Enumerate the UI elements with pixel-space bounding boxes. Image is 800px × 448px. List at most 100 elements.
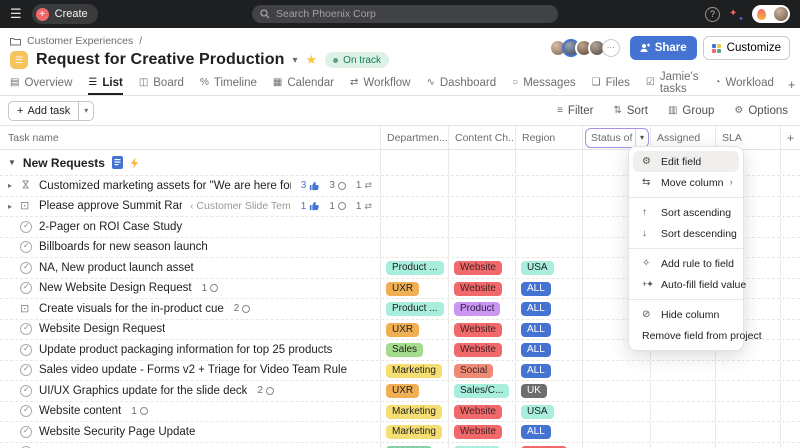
department-tag[interactable]: Marketing <box>386 405 442 419</box>
content-channel-tag[interactable]: Website <box>454 261 502 275</box>
expand-arrow-icon[interactable]: ▸ <box>8 427 20 436</box>
comments-count[interactable]: 3 <box>329 180 346 191</box>
toolbar-control[interactable]: Filter <box>557 105 593 117</box>
add-task-button[interactable]: +Add task ▾ <box>8 101 94 121</box>
task-type-icon[interactable] <box>20 241 32 253</box>
region-tag[interactable]: USA <box>521 405 554 419</box>
content-channel-tag[interactable]: Social <box>454 364 493 378</box>
task-name[interactable]: Customized marketing assets for "We are … <box>39 180 291 192</box>
status-cell[interactable] <box>582 402 650 422</box>
view-tab[interactable]: Workload <box>714 74 773 95</box>
expand-arrow-icon[interactable]: ▸ <box>8 325 20 334</box>
menu-item[interactable]: Auto-fill field value <box>633 274 739 295</box>
task-name[interactable]: Billboards for new season launch <box>39 241 208 253</box>
region-cell[interactable] <box>515 197 582 217</box>
region-cell[interactable]: USA <box>515 258 582 278</box>
view-tab[interactable]: Timeline <box>200 74 257 95</box>
sla-cell[interactable] <box>715 361 780 381</box>
department-tag[interactable]: UXR <box>386 384 419 398</box>
expand-arrow-icon[interactable]: ▸ <box>8 181 20 190</box>
status-cell[interactable] <box>582 422 650 442</box>
status-cell[interactable] <box>582 443 650 448</box>
task-type-icon[interactable] <box>20 364 32 376</box>
sla-cell[interactable] <box>715 381 780 401</box>
view-tab[interactable]: Dashboard <box>426 74 496 95</box>
task-name[interactable]: New Website Design Request <box>39 282 192 294</box>
task-name[interactable]: UI/UX Graphics update for the slide deck <box>39 385 247 397</box>
content-channel-cell[interactable] <box>448 217 515 237</box>
task-name[interactable]: Please approve Summit Range final logo. <box>39 200 182 212</box>
task-type-icon[interactable] <box>20 200 32 212</box>
help-icon[interactable]: ? <box>705 7 720 22</box>
department-tag[interactable]: Sales <box>386 343 423 357</box>
region-cell[interactable]: ALL <box>515 299 582 319</box>
toolbar-control[interactable]: Group <box>668 105 714 117</box>
chevron-down-icon[interactable]: ▾ <box>635 129 648 147</box>
sidebar-toggle-icon[interactable]: ☰ <box>10 6 22 22</box>
expand-arrow-icon[interactable]: ▸ <box>8 386 20 395</box>
likes-count[interactable]: 1 <box>301 201 320 212</box>
task-type-icon[interactable] <box>20 385 32 397</box>
department-tag[interactable]: UXR <box>386 323 419 337</box>
content-channel-cell[interactable]: Website <box>448 340 515 360</box>
add-task-caret-button[interactable]: ▾ <box>78 102 93 120</box>
region-cell[interactable]: UK <box>515 381 582 401</box>
menu-item[interactable]: Move column › <box>633 172 739 193</box>
region-cell[interactable] <box>515 238 582 258</box>
rule-bolt-icon[interactable] <box>130 157 139 169</box>
toolbar-control[interactable]: Sort <box>613 105 647 117</box>
expand-arrow-icon[interactable]: ▸ <box>8 263 20 272</box>
department-cell[interactable]: Marketing <box>380 361 448 381</box>
region-cell[interactable] <box>515 176 582 196</box>
task-row[interactable]: ▸ UI/UX Graphics update for the slide de… <box>0 381 800 402</box>
sla-cell[interactable] <box>715 443 780 448</box>
comments-count[interactable]: 2 <box>257 385 274 396</box>
add-view-button[interactable]: + <box>788 74 796 95</box>
content-channel-tag[interactable]: Website <box>454 425 502 439</box>
expand-arrow-icon[interactable]: ▸ <box>8 345 20 354</box>
section-header[interactable]: ▼ New Requests <box>0 150 380 175</box>
assigned-cell[interactable] <box>650 443 715 448</box>
menu-item[interactable]: Edit field <box>633 151 739 172</box>
view-tab[interactable]: Messages <box>512 74 575 95</box>
department-tag[interactable]: Product ... <box>386 302 444 316</box>
content-channel-cell[interactable]: Website <box>448 402 515 422</box>
task-type-icon[interactable] <box>20 303 32 315</box>
comments-count[interactable]: 1 <box>131 406 148 417</box>
region-cell[interactable]: ALL <box>515 340 582 360</box>
task-type-icon[interactable] <box>20 282 32 294</box>
profile-menu[interactable] <box>752 5 790 23</box>
region-tag[interactable]: ALL <box>521 323 551 337</box>
task-row[interactable]: ▸ Website Security Page Update Marketing… <box>0 422 800 443</box>
expand-arrow-icon[interactable]: ▸ <box>8 304 20 313</box>
region-cell[interactable] <box>515 443 582 448</box>
expand-arrow-icon[interactable]: ▸ <box>8 366 20 375</box>
task-name[interactable]: Website Security Page Update <box>39 426 195 438</box>
task-row[interactable]: ▸ Website content 1 Marketing Website <box>0 402 800 423</box>
task-type-icon[interactable] <box>20 344 32 356</box>
status-column-selected[interactable]: Status of ... ▾ <box>585 128 649 148</box>
region-tag[interactable]: USA <box>521 261 554 275</box>
ai-sparkle-icon[interactable]: ✦✦ <box>729 7 743 21</box>
region-cell[interactable]: ALL <box>515 361 582 381</box>
content-channel-tag[interactable]: Product <box>454 302 500 316</box>
menu-item[interactable]: Add rule to field <box>633 253 739 274</box>
region-tag[interactable]: ALL <box>521 425 551 439</box>
task-type-icon[interactable] <box>20 180 32 192</box>
region-tag[interactable]: ALL <box>521 282 551 296</box>
region-tag[interactable]: UK <box>521 384 547 398</box>
dependencies-count[interactable]: 1 ⇄ <box>356 201 372 212</box>
department-cell[interactable]: Marketing <box>380 402 448 422</box>
view-tab[interactable]: Workflow <box>350 74 410 95</box>
comments-count[interactable]: 1 <box>202 283 219 294</box>
content-channel-cell[interactable] <box>448 443 515 448</box>
content-channel-cell[interactable]: Social <box>448 361 515 381</box>
task-type-icon[interactable] <box>20 426 32 438</box>
menu-item[interactable]: Sort descending <box>633 223 739 244</box>
more-members-button[interactable]: ··· <box>602 39 620 57</box>
content-channel-cell[interactable] <box>448 238 515 258</box>
view-tab[interactable]: Calendar <box>273 74 334 95</box>
content-channel-tag[interactable]: Website <box>454 323 502 337</box>
view-tab[interactable]: Files <box>592 74 630 95</box>
content-channel-cell[interactable]: Product <box>448 299 515 319</box>
